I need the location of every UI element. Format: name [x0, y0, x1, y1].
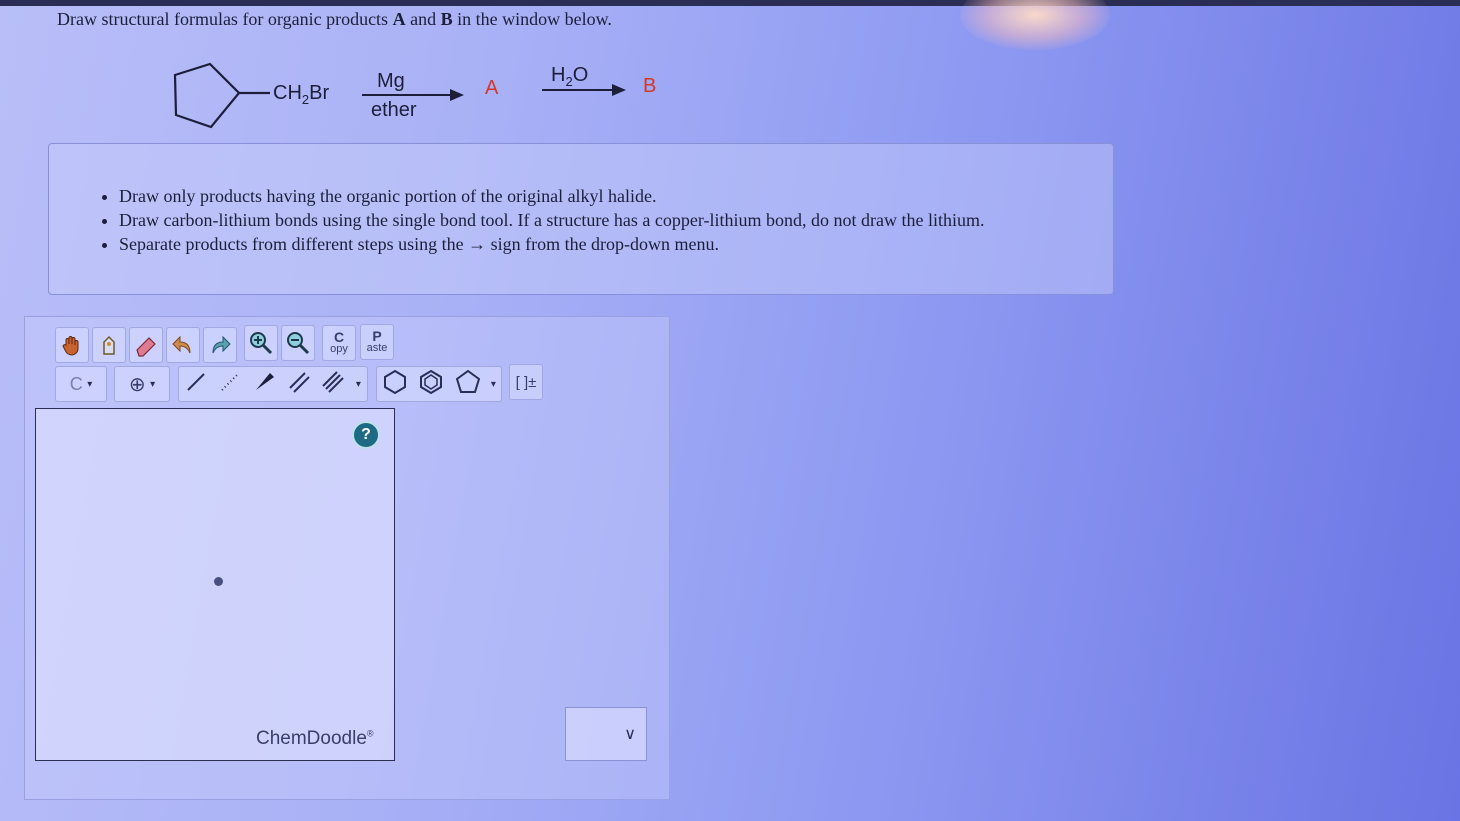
copy-button[interactable]: C opy: [322, 325, 356, 361]
question-label-b: B: [440, 9, 453, 29]
water-sub: 2: [565, 74, 573, 89]
reaction-svg: [173, 62, 626, 129]
instruction-item: Draw only products having the organic po…: [119, 184, 984, 208]
substituent-end: Br: [309, 82, 330, 104]
cyclohexane-icon[interactable]: [382, 369, 408, 400]
question-label-a: A: [392, 9, 406, 29]
bracket-label: [ ]±: [515, 373, 537, 391]
substituent-main: CH: [273, 82, 302, 104]
instructions-box: Draw only products having the organic po…: [48, 143, 1114, 295]
zoom-out-icon[interactable]: [281, 325, 315, 361]
charge-plus-icon: ⊕: [128, 373, 146, 396]
paste-label-bottom: aste: [366, 342, 388, 354]
instruction-item: Draw carbon-lithium bonds using the sing…: [119, 208, 984, 232]
help-icon[interactable]: ?: [352, 421, 380, 449]
redo-icon[interactable]: [203, 327, 237, 363]
paste-label-top: P: [372, 328, 382, 344]
chevron-down-icon[interactable]: ▾: [491, 379, 496, 390]
substituent-label: CH2Br: [273, 82, 329, 107]
atom-label: C: [69, 373, 83, 394]
instruction-item: Separate products from different steps u…: [119, 232, 984, 256]
brand-name: ChemDoodle: [256, 728, 367, 749]
lasso-select-icon[interactable]: [92, 327, 126, 363]
chemdoodle-brand: ChemDoodle®: [256, 728, 374, 750]
reagent-water: H2O: [551, 64, 588, 89]
paste-button[interactable]: P aste: [360, 324, 394, 360]
reagent-mg: Mg: [377, 70, 405, 92]
question-text: Draw structural formulas for organic pro…: [57, 9, 612, 30]
chevron-down-icon: ∨: [624, 726, 636, 743]
double-bond-icon[interactable]: [288, 371, 310, 398]
bond-tools: ▾: [178, 366, 368, 402]
water-end: O: [572, 64, 589, 86]
top-bar: [0, 0, 1460, 6]
benzene-icon[interactable]: [418, 369, 444, 400]
single-bond-icon[interactable]: [185, 371, 207, 398]
copy-label-bottom: opy: [330, 343, 348, 355]
atom-selector[interactable]: C ▾: [55, 366, 107, 402]
pan-hand-icon[interactable]: [55, 327, 89, 363]
wedge-bond-icon[interactable]: [253, 371, 275, 398]
product-a-label: A: [485, 77, 499, 99]
canvas-dot: [214, 577, 223, 586]
screen-glare: [960, 0, 1110, 50]
charge-selector[interactable]: ⊕ ▾: [114, 366, 170, 402]
eraser-icon[interactable]: [129, 327, 163, 363]
reaction-scheme: CH2Br Mg ether A H2O B: [170, 55, 690, 135]
water-main: H: [551, 64, 566, 86]
zoom-in-icon[interactable]: [244, 325, 278, 361]
chevron-down-icon: ▾: [150, 378, 156, 390]
cyclopentane-ring: [173, 62, 241, 129]
question-part: and: [405, 9, 441, 29]
hashed-bond-icon[interactable]: [219, 371, 241, 398]
undo-icon[interactable]: [166, 327, 200, 363]
arrow-mg-head: [450, 89, 464, 101]
question-part: in the window below.: [452, 9, 612, 29]
bracket-charge-button[interactable]: [ ]±: [509, 364, 543, 400]
cyclopentane-icon[interactable]: [455, 369, 481, 400]
brand-registered-mark: ®: [366, 728, 374, 739]
arrow-h2o-head: [612, 84, 626, 96]
chevron-down-icon: ▾: [87, 378, 93, 390]
chevron-down-icon[interactable]: ▾: [356, 379, 361, 390]
copy-label-top: C: [333, 329, 345, 345]
product-b-label: B: [643, 75, 657, 97]
ring-tools: ▾: [376, 366, 502, 402]
instructions-list: Draw only products having the organic po…: [119, 184, 984, 256]
triple-bond-icon[interactable]: [321, 370, 344, 398]
question-part: Draw structural formulas for organic pro…: [57, 9, 393, 29]
step-dropdown[interactable]: ∨: [565, 707, 647, 761]
reagent-ether: ether: [371, 99, 417, 121]
